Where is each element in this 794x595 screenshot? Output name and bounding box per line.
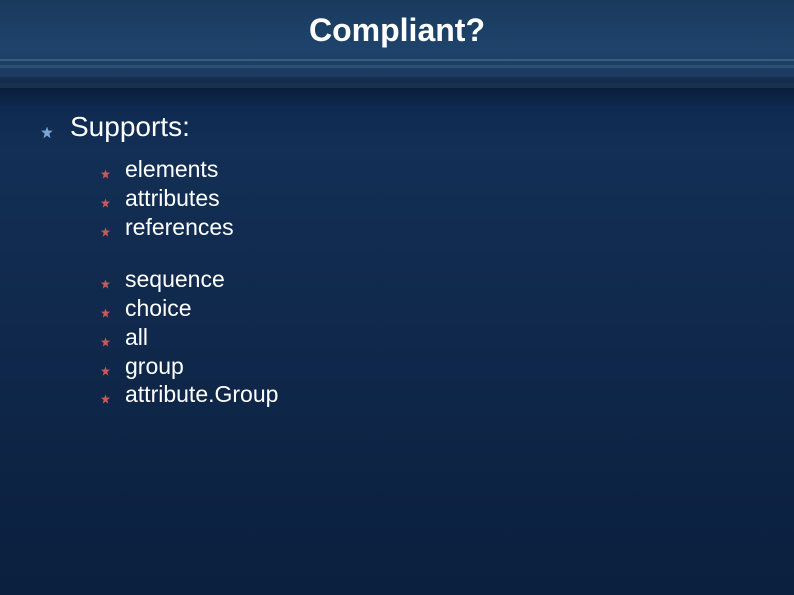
main-bullet-row: Supports: — [40, 111, 754, 143]
list-item: elements — [100, 155, 754, 184]
star-bullet-icon — [100, 391, 111, 402]
item-label: references — [125, 213, 234, 242]
star-bullet-icon — [100, 305, 111, 316]
content-area: Supports: elements attributes references — [0, 91, 794, 409]
list-item: choice — [100, 294, 754, 323]
item-label: attribute.Group — [125, 380, 278, 409]
sub-group-1: elements attributes references — [100, 155, 754, 241]
star-bullet-icon — [100, 334, 111, 345]
item-label: all — [125, 323, 148, 352]
list-item: attributes — [100, 184, 754, 213]
list-item: group — [100, 352, 754, 381]
list-item: all — [100, 323, 754, 352]
star-bullet-icon — [100, 195, 111, 206]
main-label: Supports: — [70, 111, 190, 143]
star-bullet-icon — [100, 276, 111, 287]
sub-groups: elements attributes references seque — [40, 155, 754, 409]
title-area: Compliant? — [0, 0, 794, 59]
star-bullet-icon — [40, 126, 54, 140]
item-label: attributes — [125, 184, 220, 213]
list-item: references — [100, 213, 754, 242]
slide-title: Compliant? — [0, 12, 794, 49]
list-item: sequence — [100, 265, 754, 294]
item-label: sequence — [125, 265, 225, 294]
item-label: choice — [125, 294, 191, 323]
item-label: group — [125, 352, 184, 381]
star-bullet-icon — [100, 224, 111, 235]
item-label: elements — [125, 155, 218, 184]
star-bullet-icon — [100, 363, 111, 374]
sub-group-2: sequence choice all group — [100, 265, 754, 409]
star-bullet-icon — [100, 166, 111, 177]
list-item: attribute.Group — [100, 380, 754, 409]
decorative-stripes — [0, 59, 794, 91]
